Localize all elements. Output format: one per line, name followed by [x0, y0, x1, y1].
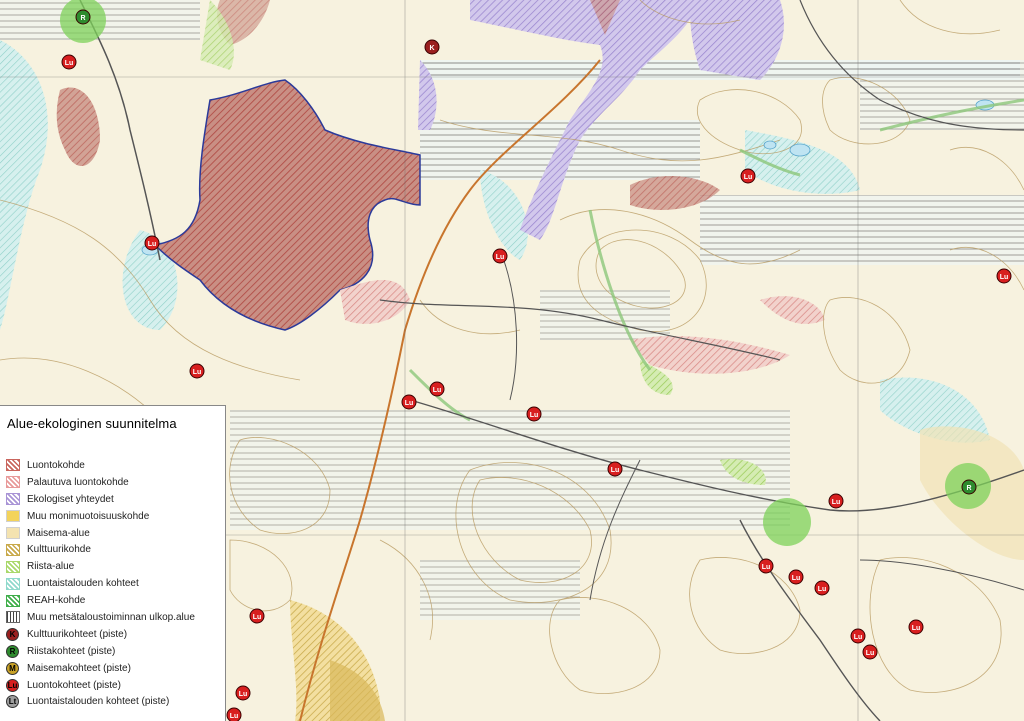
- nature-point-marker[interactable]: Lu: [996, 268, 1012, 284]
- legend-item: Kulttuurikohde: [6, 541, 195, 558]
- nature-point-marker[interactable]: Lu: [144, 235, 160, 251]
- nature-point-marker[interactable]: Lu: [758, 558, 774, 574]
- marker-letter: Lu: [854, 634, 863, 641]
- nature-point-marker[interactable]: Lu: [249, 608, 265, 624]
- legend-label: Palautuva luontokohde: [27, 476, 129, 488]
- marker-letter: Lu: [239, 691, 248, 698]
- marker-letter: Lu: [253, 614, 262, 621]
- nature-point-marker[interactable]: Lu: [850, 628, 866, 644]
- marker-letter: Lu: [818, 586, 827, 593]
- legend-point-symbol-icon: R: [6, 644, 19, 658]
- nature-point-marker[interactable]: Lu: [61, 54, 77, 70]
- legend-point-symbol-icon: K: [6, 627, 19, 641]
- legend-label: Luontokohde: [27, 459, 85, 471]
- legend-item: Muu metsätaloustoiminnan ulkop.alue: [6, 609, 195, 626]
- marker-letter: Lu: [912, 625, 921, 632]
- legend-item: Maisema-alue: [6, 525, 195, 542]
- legend-item: Muu monimuotoisuuskohde: [6, 508, 195, 525]
- legend-label: Riistakohteet (piste): [27, 645, 116, 657]
- marker-letter: Lu: [65, 60, 74, 67]
- game-point-marker[interactable]: R: [961, 479, 977, 495]
- marker-letter: R: [80, 15, 85, 22]
- legend-swatch: [6, 510, 20, 523]
- marker-letter: Lu: [832, 499, 841, 506]
- legend-label: Maisema-alue: [27, 527, 90, 539]
- legend-point-symbol-icon: Lu: [6, 678, 19, 692]
- legend-list: Luontokohde Palautuva luontokohde Ekologis…: [6, 457, 195, 710]
- marker-letter: Lu: [496, 254, 505, 261]
- legend-label: REAH-kohde: [27, 595, 86, 607]
- nature-point-marker[interactable]: Lu: [526, 406, 542, 422]
- legend-item: Luontokohde: [6, 457, 195, 474]
- legend-item: Palautuva luontokohde: [6, 474, 195, 491]
- marker-letter: Lu: [792, 575, 801, 582]
- legend-item: M Maisemakohteet (piste): [6, 660, 195, 677]
- legend-swatch: [6, 560, 20, 573]
- marker-letter: Lu: [530, 412, 539, 419]
- nature-point-marker[interactable]: Lu: [401, 394, 417, 410]
- marker-letter: K: [429, 45, 434, 52]
- legend-label: Maisemakohteet (piste): [27, 662, 131, 674]
- legend-item: Ekologiset yhteydet: [6, 491, 195, 508]
- marker-letter: Lu: [193, 369, 202, 376]
- legend-item: Lu Luontokohteet (piste): [6, 677, 195, 694]
- game-point-marker[interactable]: R: [75, 9, 91, 25]
- marker-letter: Lu: [148, 241, 157, 248]
- legend-title: Alue-ekologinen suunnitelma: [7, 416, 177, 431]
- nature-point-marker[interactable]: Lu: [814, 580, 830, 596]
- nature-point-marker[interactable]: Lu: [862, 644, 878, 660]
- culture-point-marker[interactable]: K: [424, 39, 440, 55]
- nature-point-marker[interactable]: Lu: [226, 707, 242, 721]
- nature-point-marker[interactable]: Lu: [235, 685, 251, 701]
- legend-swatch: [6, 527, 20, 539]
- legend-swatch: [6, 577, 20, 590]
- nature-point-marker[interactable]: Lu: [788, 569, 804, 585]
- map-legend: Alue-ekologinen suunnitelma Luontokohde P…: [0, 405, 226, 721]
- marker-letter: Lu: [230, 713, 239, 720]
- legend-label: Luontokohteet (piste): [27, 679, 121, 691]
- legend-label: Ekologiset yhteydet: [27, 493, 114, 505]
- legend-swatch: [6, 459, 20, 472]
- legend-swatch: [6, 493, 20, 506]
- marker-letter: R: [966, 485, 971, 492]
- nature-point-marker[interactable]: Lu: [429, 381, 445, 397]
- legend-swatch: [6, 543, 20, 556]
- legend-item: R Riistakohteet (piste): [6, 643, 195, 660]
- nature-point-marker[interactable]: Lu: [607, 461, 623, 477]
- legend-swatch: [6, 594, 20, 607]
- legend-label: Kulttuurikohde: [27, 544, 91, 556]
- legend-label: Luontaistalouden kohteet: [27, 578, 139, 590]
- legend-item: REAH-kohde: [6, 592, 195, 609]
- legend-item: Riista-alue: [6, 558, 195, 575]
- legend-item: Luontaistalouden kohteet: [6, 575, 195, 592]
- marker-letter: Lu: [744, 174, 753, 181]
- legend-label: Muu monimuotoisuuskohde: [27, 510, 150, 522]
- marker-letter: Lu: [611, 467, 620, 474]
- nature-point-marker[interactable]: Lu: [189, 363, 205, 379]
- legend-label: Kulttuurikohteet (piste): [27, 628, 128, 640]
- legend-point-symbol-icon: M: [6, 661, 19, 675]
- legend-swatch: [6, 611, 20, 624]
- legend-label: Muu metsätaloustoiminnan ulkop.alue: [27, 611, 195, 623]
- legend-swatch: [6, 476, 20, 489]
- legend-point-symbol-icon: Lt: [6, 695, 19, 709]
- nature-point-marker[interactable]: Lu: [492, 248, 508, 264]
- marker-letter: Lu: [405, 400, 414, 407]
- marker-letter: Lu: [433, 387, 442, 394]
- legend-label: Riista-alue: [27, 561, 75, 573]
- marker-letter: Lu: [762, 564, 771, 571]
- nature-point-marker[interactable]: Lu: [828, 493, 844, 509]
- legend-item: Lt Luontaistalouden kohteet (piste): [6, 693, 195, 710]
- nature-point-marker[interactable]: Lu: [740, 168, 756, 184]
- nature-point-marker[interactable]: Lu: [908, 619, 924, 635]
- legend-item: K Kulttuurikohteet (piste): [6, 626, 195, 643]
- marker-letter: Lu: [1000, 274, 1009, 281]
- legend-label: Luontaistalouden kohteet (piste): [27, 696, 170, 708]
- marker-letter: Lu: [866, 650, 875, 657]
